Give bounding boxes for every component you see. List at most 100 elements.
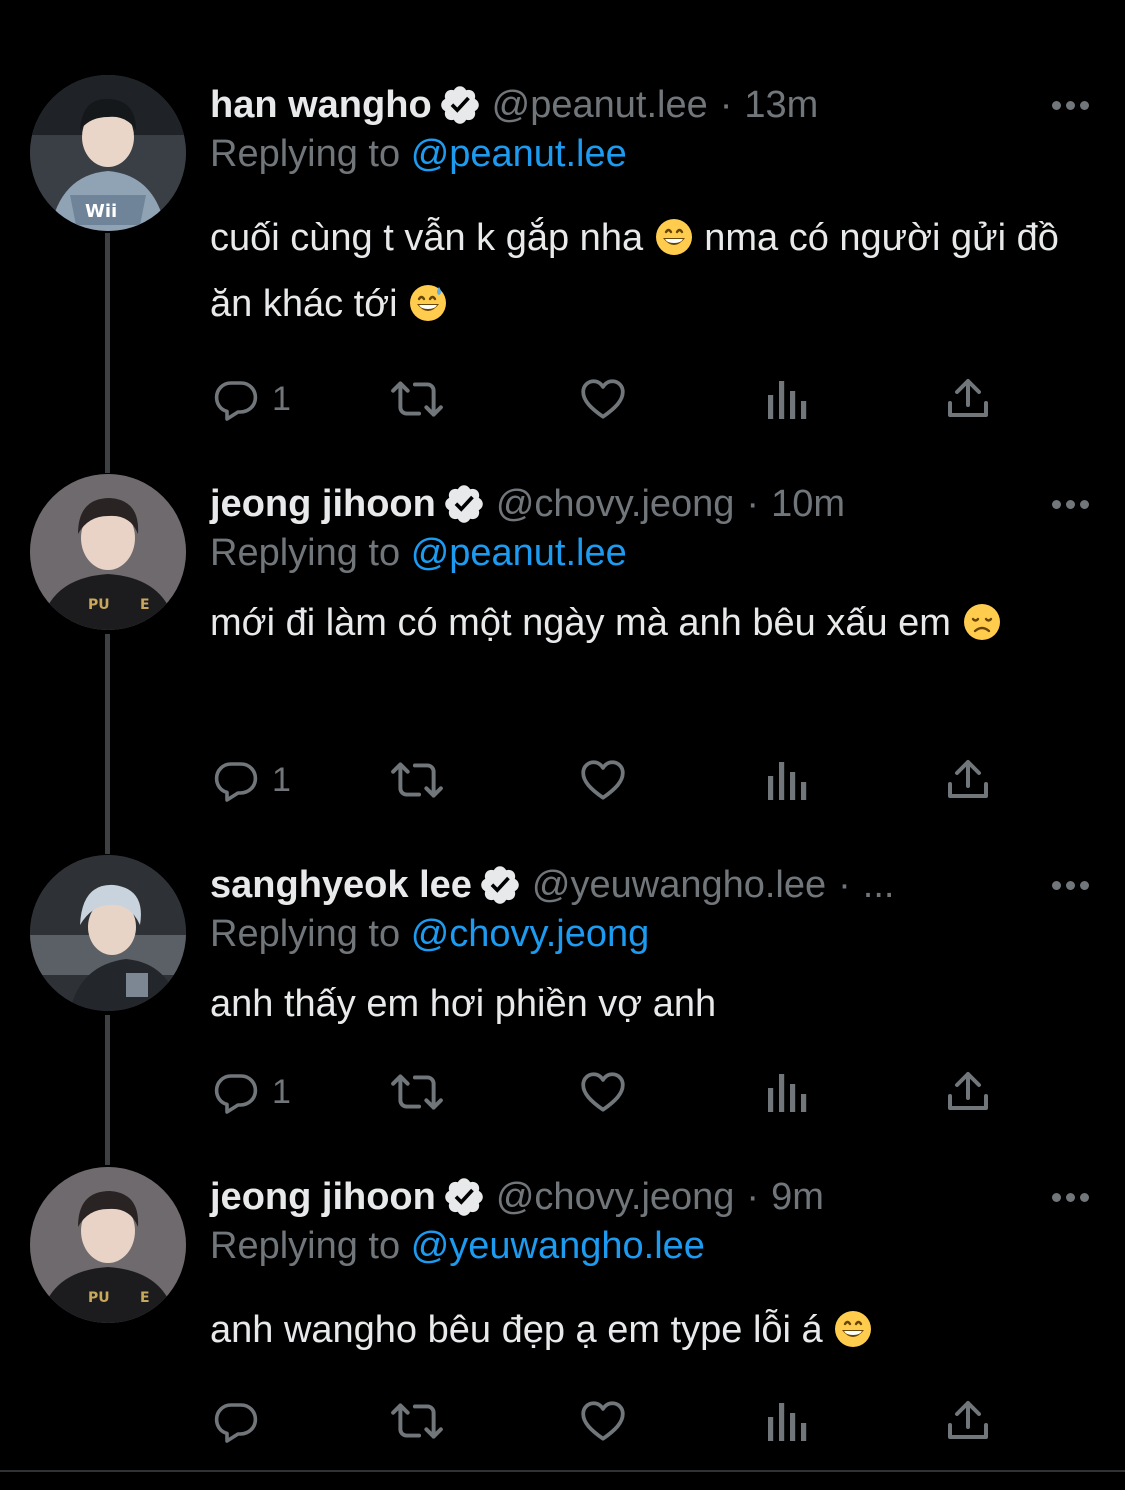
like-button[interactable] xyxy=(578,755,628,805)
tweet-text-part: anh wangho bêu đẹp ạ em type lỗi á xyxy=(210,1309,823,1351)
replying-prefix: Replying to xyxy=(210,532,401,574)
reply-count: 1 xyxy=(272,379,291,418)
replying-to: Replying to @chovy.jeong xyxy=(210,913,649,956)
display-name[interactable]: sanghyeok lee xyxy=(210,864,472,907)
tweet-actions: 1 xyxy=(212,374,1012,424)
tweet-text-part: cuối cùng t vẫn k gắp nha xyxy=(210,217,644,259)
mention-link[interactable]: @peanut.lee xyxy=(411,133,627,175)
tweet[interactable]: Wii han wangho @peanut.lee · 13m Replyin… xyxy=(0,0,1125,460)
retweet-icon xyxy=(391,1403,443,1439)
tweet-text: anh thấy em hơi phiền vợ anh xyxy=(210,971,1080,1037)
share-upload-icon xyxy=(948,379,988,417)
tweet[interactable]: PU E jeong jihoon @chovy.jeong · 9m Repl… xyxy=(0,1160,1125,1470)
bar-chart-icon xyxy=(768,762,807,800)
bar-chart-icon xyxy=(768,1074,807,1112)
reply-count: 1 xyxy=(272,760,291,799)
like-button[interactable] xyxy=(578,1396,628,1446)
tweet[interactable]: PU E jeong jihoon @chovy.jeong · 10m Rep… xyxy=(0,460,1125,840)
share-button[interactable] xyxy=(944,374,992,424)
reply-button[interactable]: 1 xyxy=(212,1067,291,1117)
disappointed-face-emoji xyxy=(962,597,1002,640)
avatar[interactable] xyxy=(30,855,186,1011)
svg-text:PU: PU xyxy=(88,1290,110,1306)
views-button[interactable] xyxy=(764,755,808,805)
tweet-text: anh wangho bêu đẹp ạ em type lỗi á xyxy=(210,1297,1080,1363)
retweet-icon xyxy=(391,1074,443,1110)
reply-bubble-icon xyxy=(214,1403,258,1443)
like-button[interactable] xyxy=(578,1067,628,1117)
verified-badge-icon xyxy=(438,83,482,127)
reply-bubble-icon xyxy=(214,762,258,802)
display-name[interactable]: han wangho xyxy=(210,84,432,127)
mention-link[interactable]: @yeuwangho.lee xyxy=(411,1225,705,1267)
user-handle[interactable]: @chovy.jeong xyxy=(496,1176,735,1219)
timestamp[interactable]: 10m xyxy=(771,483,845,526)
reply-button[interactable]: 1 xyxy=(212,374,291,424)
replying-to: Replying to @yeuwangho.lee xyxy=(210,1225,705,1268)
retweet-icon xyxy=(391,762,443,798)
display-name[interactable]: jeong jihoon xyxy=(210,483,436,526)
svg-text:PU: PU xyxy=(88,597,110,613)
user-handle[interactable]: @yeuwangho.lee xyxy=(532,864,826,907)
display-name[interactable]: jeong jihoon xyxy=(210,1176,436,1219)
separator-dot: · xyxy=(746,482,760,525)
share-button[interactable] xyxy=(944,755,992,805)
mention-link[interactable]: @peanut.lee xyxy=(411,532,627,574)
views-button[interactable] xyxy=(764,1067,808,1117)
user-handle[interactable]: @peanut.lee xyxy=(492,84,708,127)
replying-to: Replying to @peanut.lee xyxy=(210,532,627,575)
reply-button[interactable] xyxy=(212,1396,272,1446)
views-button[interactable] xyxy=(764,374,808,424)
grinning-face-emoji xyxy=(654,212,694,255)
divider xyxy=(0,1470,1125,1472)
share-button[interactable] xyxy=(944,1067,992,1117)
heart-icon xyxy=(581,1072,625,1112)
more-dots-icon[interactable] xyxy=(1045,1173,1095,1221)
retweet-button[interactable] xyxy=(390,755,444,805)
timestamp[interactable]: 13m xyxy=(744,84,818,127)
bar-chart-icon xyxy=(768,381,807,419)
tweet-header: jeong jihoon @chovy.jeong · 9m xyxy=(210,1173,1095,1221)
verified-badge-icon xyxy=(478,863,522,907)
replying-prefix: Replying to xyxy=(210,913,401,955)
views-button[interactable] xyxy=(764,1396,808,1446)
user-handle[interactable]: @chovy.jeong xyxy=(496,483,735,526)
reply-button[interactable]: 1 xyxy=(212,755,291,805)
replying-prefix: Replying to xyxy=(210,133,401,175)
avatar[interactable]: PU E xyxy=(30,1167,186,1323)
retweet-button[interactable] xyxy=(390,1396,444,1446)
more-dots-icon[interactable] xyxy=(1045,81,1095,129)
svg-text:E: E xyxy=(140,597,150,613)
retweet-icon xyxy=(391,381,443,417)
retweet-button[interactable] xyxy=(390,374,444,424)
retweet-button[interactable] xyxy=(390,1067,444,1117)
svg-text:Wii: Wii xyxy=(85,201,117,222)
share-upload-icon xyxy=(948,1072,988,1110)
tweet[interactable]: sanghyeok lee @yeuwangho.lee · ... Reply… xyxy=(0,840,1125,1160)
tweet-actions: 1 xyxy=(212,755,1012,805)
avatar[interactable]: Wii xyxy=(30,75,186,231)
share-button[interactable] xyxy=(944,1396,992,1446)
avatar[interactable]: PU E xyxy=(30,474,186,630)
replying-prefix: Replying to xyxy=(210,1225,401,1267)
grinning-face-with-sweat-emoji xyxy=(408,278,448,321)
mention-link[interactable]: @chovy.jeong xyxy=(411,913,650,955)
timestamp-truncated[interactable]: ... xyxy=(863,864,895,907)
like-button[interactable] xyxy=(578,374,628,424)
share-upload-icon xyxy=(948,1401,988,1439)
more-dots-icon[interactable] xyxy=(1045,480,1095,528)
timestamp[interactable]: 9m xyxy=(771,1176,824,1219)
replying-to: Replying to @peanut.lee xyxy=(210,133,627,176)
tweet-text: cuối cùng t vẫn k gắp nha nma có người g… xyxy=(210,205,1080,337)
tweet-text-part: mới đi làm có một ngày mà anh bêu xấu em xyxy=(210,602,951,644)
share-upload-icon xyxy=(948,760,988,798)
bar-chart-icon xyxy=(768,1403,807,1441)
svg-text:E: E xyxy=(140,1290,150,1306)
tweet-actions xyxy=(212,1396,1012,1446)
tweet-header: han wangho @peanut.lee · 13m xyxy=(210,81,1095,129)
tweet-text: mới đi làm có một ngày mà anh bêu xấu em xyxy=(210,590,1080,656)
tweet-actions: 1 xyxy=(212,1067,1012,1117)
tweet-text-part: anh thấy em hơi phiền vợ anh xyxy=(210,983,717,1025)
heart-icon xyxy=(581,379,625,419)
more-dots-icon[interactable] xyxy=(1045,861,1095,909)
